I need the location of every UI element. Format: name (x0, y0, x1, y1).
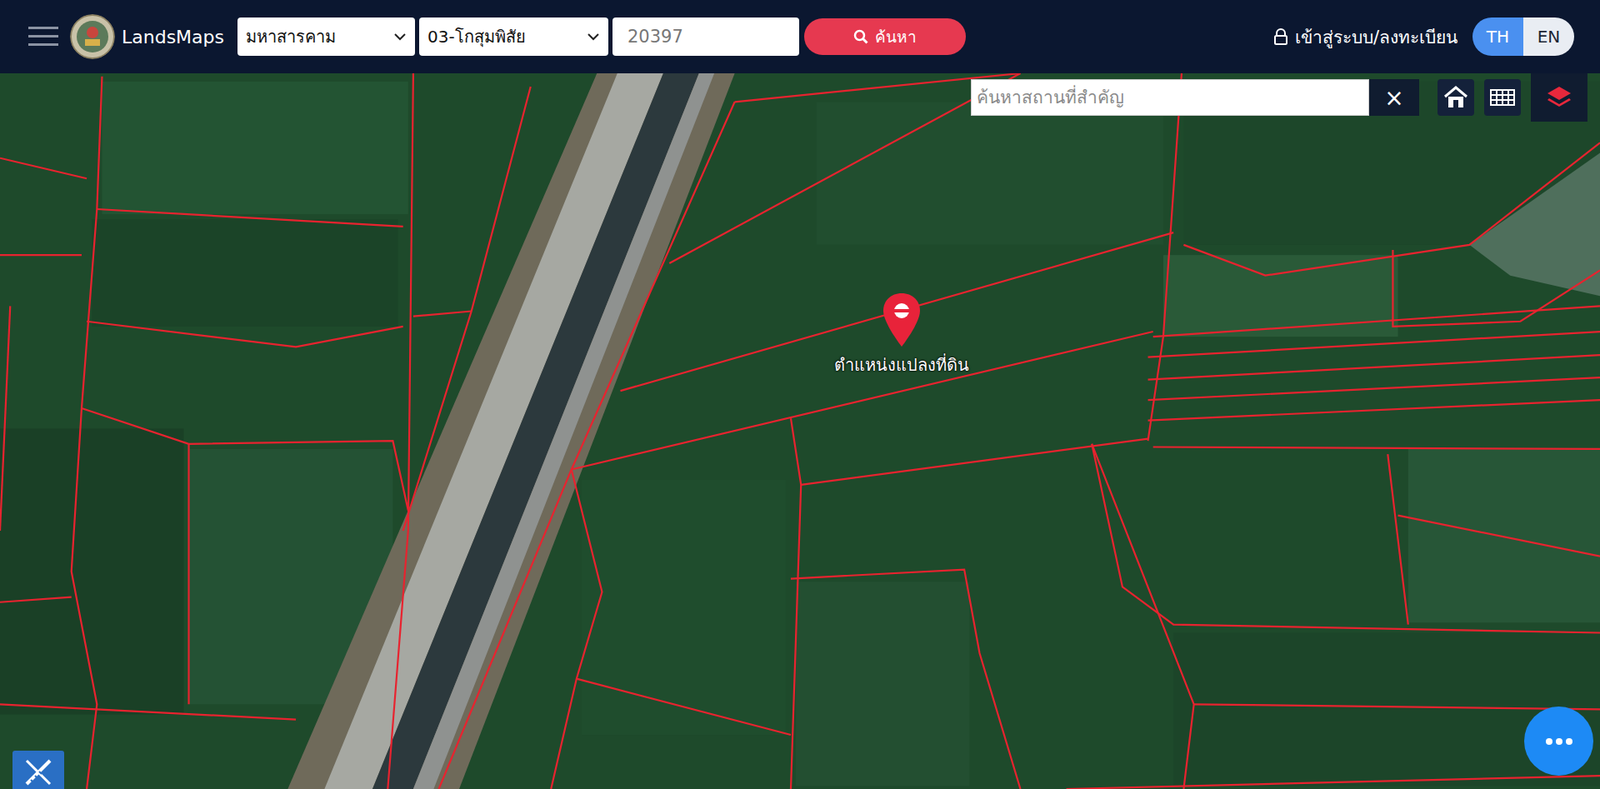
top-navbar: LandsMaps มหาสารคาม 03-โกสุมพิสัย ค้นหา … (0, 0, 1600, 74)
parcel-boundary (387, 73, 414, 789)
grid-table-icon (1489, 85, 1516, 110)
field-patch (1469, 153, 1600, 297)
parcel-boundary (187, 444, 190, 705)
parcel-boundary (1091, 444, 1194, 789)
parcel-boundary (0, 305, 10, 531)
parcel-boundary (71, 76, 103, 789)
parcel-boundary (1148, 377, 1600, 400)
department-logo-icon[interactable] (70, 14, 115, 60)
lock-icon (1273, 28, 1289, 45)
parcel-boundary (439, 101, 735, 789)
more-options-button[interactable] (1524, 706, 1594, 776)
field-patch (581, 480, 786, 735)
layers-icon (1545, 83, 1574, 112)
parcel-boundary (0, 597, 72, 603)
measure-tool-button[interactable] (12, 750, 65, 789)
canal-embankment (287, 73, 735, 789)
parcel-location-pin-icon[interactable] (880, 291, 923, 350)
canal-water (372, 73, 700, 789)
district-select[interactable]: 03-โกสุมพิสัย (419, 17, 609, 56)
login-link[interactable]: เข้าสู่ระบบ/ลงทะเบียน (1273, 23, 1458, 51)
home-button[interactable] (1437, 79, 1475, 116)
brand-name[interactable]: LandsMaps (121, 26, 225, 48)
parcel-boundary (1153, 446, 1600, 449)
clear-button[interactable]: × (1369, 79, 1420, 116)
magnifier-icon (853, 29, 869, 45)
parcel-boundary (1194, 704, 1600, 710)
parcel-boundary (0, 158, 87, 180)
chevron-down-icon (393, 30, 407, 44)
grid-button[interactable] (1484, 79, 1521, 116)
parcel-boundary (669, 73, 1020, 264)
parcel-boundary (790, 418, 801, 789)
parcel-boundary (1066, 775, 1600, 789)
parcel-boundary (1387, 454, 1408, 625)
chevron-down-icon (586, 30, 600, 44)
field-patch (795, 581, 970, 786)
parcel-boundary (790, 570, 1021, 789)
parcel-boundary (0, 704, 296, 720)
parcel-boundary (1183, 142, 1600, 275)
satellite-map[interactable] (0, 73, 1600, 789)
province-select[interactable]: มหาสารคาม (237, 17, 415, 56)
field-ground (0, 73, 1600, 789)
parcel-boundary (403, 86, 531, 531)
map-toolbar: × (970, 79, 1588, 122)
map-view[interactable]: × ตำแหน่งแปลงที่ดิน (0, 73, 1600, 789)
parcel-boundary (576, 679, 791, 735)
parcel-boundary (0, 254, 82, 256)
parcel-boundary (1392, 250, 1600, 327)
parcel-boundary (1091, 444, 1600, 634)
pin-label: ตำแหน่งแปลงที่ดิน (818, 351, 985, 379)
language-option[interactable]: TH (1472, 17, 1524, 56)
parcel-boundary (1148, 400, 1600, 421)
language-toggle: THEN (1472, 17, 1575, 56)
parcel-number-input[interactable] (612, 17, 800, 56)
parcel-boundary (1148, 355, 1600, 380)
parcel-boundary (1153, 305, 1600, 337)
ruler-pencil-icon (22, 756, 55, 789)
home-icon (1442, 85, 1470, 110)
parcel-boundary (81, 408, 409, 511)
parcel-boundary (1148, 331, 1600, 358)
parcel-boundary (1398, 515, 1600, 557)
parcel-boundary (413, 311, 472, 317)
parcel-boundary (1148, 73, 1182, 441)
canal-bank (413, 73, 715, 789)
canal-road (324, 73, 664, 789)
layers-button[interactable] (1530, 73, 1588, 122)
more-dots-icon (1545, 737, 1574, 746)
parcel-boundary (96, 209, 403, 227)
field-patch (101, 81, 408, 215)
language-option[interactable]: EN (1523, 17, 1575, 56)
field-patch (0, 428, 184, 715)
search-button[interactable]: ค้นหา (804, 18, 966, 55)
parcel-boundary (86, 321, 404, 348)
field-patch (1163, 255, 1399, 337)
field-patch (816, 101, 1164, 245)
parcel-boundary (620, 232, 1174, 391)
field-patch (1408, 449, 1600, 623)
menu-icon[interactable] (28, 24, 59, 50)
place-search-input[interactable] (970, 79, 1370, 116)
parcel-boundary (550, 469, 602, 789)
field-patch (91, 219, 398, 327)
field-patch (1173, 633, 1600, 787)
